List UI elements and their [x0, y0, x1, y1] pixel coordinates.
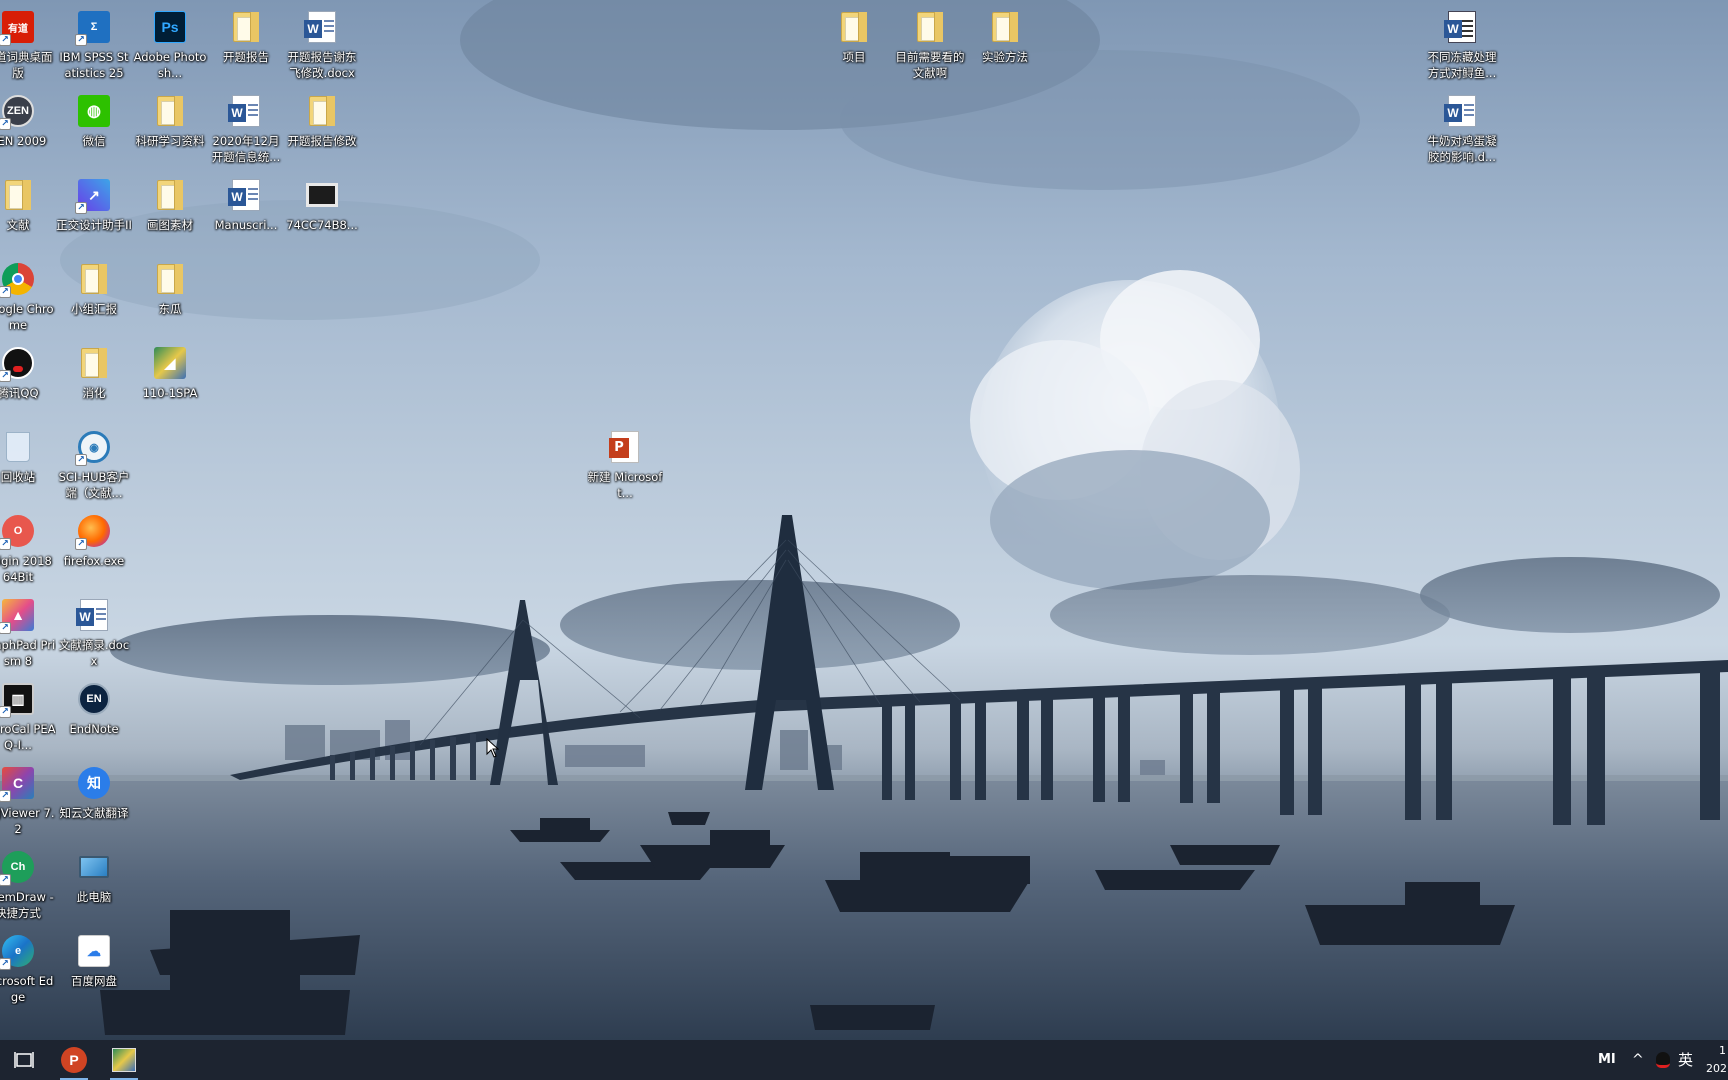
show-hidden-icons-chevron-icon[interactable]: ^ — [1632, 1040, 1644, 1080]
microcal-icon: ▥ ↗ — [0, 682, 35, 718]
desktop-icon-zen[interactable]: ZEN↗ ZEN 2009 — [0, 88, 56, 168]
graphpad-icon: ▲ ↗ — [0, 598, 35, 634]
text-doc-icon — [1444, 10, 1479, 44]
desktop-icon-spa[interactable]: ◢ 110-1SPA — [132, 340, 208, 420]
desktop-icon-huatu[interactable]: 画图素材 — [132, 172, 208, 252]
taskbar-spa-app-button[interactable] — [102, 1040, 146, 1080]
mi-tray-icon[interactable]: MI — [1598, 1040, 1616, 1080]
image-file-icon — [305, 178, 339, 212]
spa-file-icon: ◢ — [153, 346, 187, 380]
word-doc-icon — [1444, 94, 1479, 128]
powerpoint-icon: P — [61, 1047, 87, 1073]
chrome-icon: ↗ — [0, 262, 35, 298]
desktop-icon-new-ppt[interactable]: 新建 Microsoft... — [587, 424, 663, 504]
baidu-netdisk-icon: ☁ — [77, 934, 111, 968]
desktop-icon-microcal[interactable]: ▥↗ MicroCal PEAQ-I... — [0, 676, 56, 756]
desktop-icon-firefox[interactable]: ↗ firefox.exe — [56, 508, 132, 588]
edge-icon: e ↗ — [0, 934, 35, 970]
desktop-icon-xiaohua[interactable]: 消化 — [56, 340, 132, 420]
desktop-icon-origin[interactable]: O↗ Origin 2018 64Bit — [0, 508, 56, 588]
clock-time: 1 — [1719, 1044, 1726, 1057]
zen-icon: ZEN ↗ — [0, 94, 35, 130]
desktop-icon-wechat[interactable]: ◍ 微信 — [56, 88, 132, 168]
desktop-icon-budong-doc[interactable]: 不同冻藏处理方式对鲟鱼... — [1424, 4, 1500, 84]
desktop-icon-keyan[interactable]: 科研学习资料 — [132, 88, 208, 168]
spa-app-icon — [112, 1048, 136, 1072]
desktop-icon-manuscript[interactable]: Manuscri... — [208, 172, 284, 252]
folder-icon — [153, 262, 187, 296]
cajviewer-icon: C ↗ — [0, 766, 35, 802]
qq-tray-icon[interactable] — [1656, 1040, 1670, 1080]
taskbar: P MI ^ 英 1 202 — [0, 1040, 1728, 1080]
folder-icon — [153, 178, 187, 212]
taskbar-powerpoint-button[interactable]: P — [52, 1040, 96, 1080]
folder-icon — [77, 262, 111, 296]
folder-icon — [913, 10, 947, 44]
folder-icon — [837, 10, 871, 44]
task-view-icon — [14, 1052, 34, 1068]
desktop-icon-photoshop[interactable]: Ps Adobe Photosh... — [132, 4, 208, 84]
folder-icon — [77, 346, 111, 380]
desktop-icon-chrome[interactable]: ↗ Google Chrome — [0, 256, 56, 336]
endnote-icon: EN — [77, 682, 111, 716]
desktop-icon-chemdraw[interactable]: Ch↗ ChemDraw - 快捷方式 — [0, 844, 56, 924]
chemdraw-icon: Ch ↗ — [0, 850, 35, 886]
desktop-icon-scihub[interactable]: ◉ ↗ SCI-HUB客户端（文献... — [56, 424, 132, 504]
orthogonal-design-icon: ↗ ↗ — [75, 178, 111, 214]
desktop-icon-niunai-doc[interactable]: 牛奶对鸡蛋凝胶的影响.d... — [1424, 88, 1500, 168]
mouse-cursor-icon — [486, 738, 500, 758]
folder-icon — [229, 10, 263, 44]
youdao-dict-icon: 有道 ↗ — [0, 10, 35, 46]
desktop-icon-muqian[interactable]: 目前需要看的文献啊 — [892, 4, 968, 84]
desktop-icon-baidu[interactable]: ☁ 百度网盘 — [56, 928, 132, 1008]
desktop-icon-spss[interactable]: Σ ↗ IBM SPSS Statistics 25 — [56, 4, 132, 84]
desktop-icon-zhiyun[interactable]: 知 知云文献翻译 — [56, 760, 132, 840]
desktop-icon-image74[interactable]: 74CC74B8... — [284, 172, 360, 252]
zhiyun-icon: 知 — [77, 766, 111, 800]
desktop-icon-endnote[interactable]: EN EndNote — [56, 676, 132, 756]
firefox-icon: ↗ — [75, 514, 111, 550]
word-doc-icon — [304, 10, 339, 44]
folder-icon — [153, 94, 187, 128]
desktop-icon-xinxi-doc[interactable]: 2020年12月开题信息统... — [208, 88, 284, 168]
photoshop-icon: Ps — [153, 10, 187, 44]
desktop-icon-kaiti-doc[interactable]: 开题报告谢东飞修改.docx — [284, 4, 360, 84]
desktop-icon-xiaozu[interactable]: 小组汇报 — [56, 256, 132, 336]
desktop-icon-youdao[interactable]: 有道↗ 有道词典桌面版 — [0, 4, 56, 84]
qq-icon: ↗ — [0, 346, 35, 382]
folder-icon — [1, 178, 35, 212]
scihub-icon: ◉ ↗ — [75, 430, 111, 466]
word-doc-icon — [76, 598, 111, 632]
desktop-icon-thispc[interactable]: 此电脑 — [56, 844, 132, 924]
desktop-icon-qq[interactable]: ↗ 腾讯QQ — [0, 340, 56, 420]
desktop-icon-cajviewer[interactable]: C↗ CAJViewer 7.2 — [0, 760, 56, 840]
desktop-icon-kaiti[interactable]: 开题报告 — [208, 4, 284, 84]
desktop-icon-donggua[interactable]: 东瓜 — [132, 256, 208, 336]
powerpoint-file-icon — [608, 430, 642, 464]
word-doc-icon — [228, 94, 263, 128]
word-doc-icon — [228, 178, 263, 212]
desktop-icon-zhengjiao[interactable]: ↗ ↗ 正交设计助手II — [56, 172, 132, 252]
folder-icon — [305, 94, 339, 128]
spss-icon: Σ ↗ — [75, 10, 111, 46]
task-view-button[interactable] — [2, 1040, 46, 1080]
ime-language-indicator[interactable]: 英 — [1678, 1040, 1693, 1080]
desktop-icon-graphpad[interactable]: ▲↗ GraphPad Prism 8 — [0, 592, 56, 672]
desktop-icon-wenxian-doc[interactable]: 文献摘录.docx — [56, 592, 132, 672]
desktop-icon-xiangmu[interactable]: 项目 — [816, 4, 892, 84]
origin-icon: O ↗ — [0, 514, 35, 550]
wechat-icon: ◍ — [77, 94, 111, 128]
desktop-icon-kaiti-xiugai[interactable]: 开题报告修改 — [284, 88, 360, 168]
clock-date: 202 — [1706, 1062, 1727, 1075]
this-pc-icon — [77, 850, 111, 884]
desktop-icon-wenxian[interactable]: 文献 — [0, 172, 56, 252]
desktop-icon-shiyan[interactable]: 实验方法 — [967, 4, 1043, 84]
desktop-icon-edge[interactable]: e↗ Microsoft Edge — [0, 928, 56, 1008]
taskbar-clock[interactable]: 1 202 — [1706, 1042, 1728, 1078]
desktop-icon-recycle[interactable]: 回收站 — [0, 424, 56, 504]
folder-icon — [988, 10, 1022, 44]
recycle-bin-icon — [1, 430, 35, 464]
